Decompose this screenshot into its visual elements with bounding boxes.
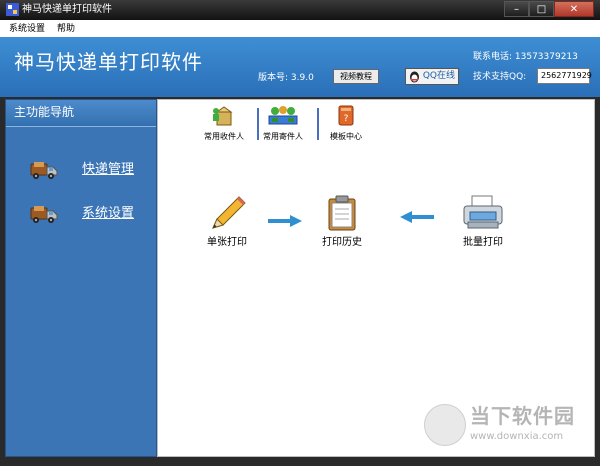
minimize-button[interactable]: – [504,1,529,17]
template-center-button[interactable]: ? 模板中心 [330,104,362,142]
app-title: 神马快递单打印软件 [14,50,203,74]
truck-icon [30,162,58,179]
template-center-label: 模板中心 [330,132,362,141]
window-title: 神马快递单打印软件 [22,4,112,15]
printer-icon [463,195,503,229]
version-label: 版本号: 3.9.0 [258,73,314,83]
video-tutorial-button[interactable]: 视频教程 [333,69,379,84]
app-logo-icon [6,3,19,16]
qq-penguin-icon [410,71,419,83]
qq-number-field[interactable]: 2562771929 [537,68,592,84]
sidebar-item-system-settings[interactable]: 系统设置 [6,201,156,227]
template-book-icon: ? [338,105,354,126]
sidebar-item-label: 系统设置 [82,206,135,221]
sender-label: 常用寄件人 [263,132,303,141]
sender-icon [268,106,298,125]
close-button[interactable]: ✕ [554,1,594,17]
single-print-label: 单张打印 [207,237,247,248]
single-print-button[interactable]: 单张打印 [205,194,249,249]
title-bar: 神马快递单打印软件 – □ ✕ [0,0,600,20]
contact-phone: 联系电话: 13573379213 [473,52,578,62]
sidebar-item-express-management[interactable]: 快递管理 [6,157,156,183]
separator [257,108,259,140]
batch-print-label: 批量打印 [463,237,503,248]
qq-online-label: QQ在线 [422,71,455,81]
window-controls: – □ ✕ [504,1,594,18]
watermark-text: 当下软件园 [470,404,575,428]
menu-help[interactable]: 帮助 [57,23,75,35]
header-banner: 神马快递单打印软件 版本号: 3.9.0 视频教程 QQ在线 联系电话: 135… [0,37,600,97]
recipient-contacts-button[interactable]: 常用收件人 [204,104,244,142]
sidebar-item-label: 快递管理 [82,162,135,177]
print-history-button[interactable]: 打印历史 [320,194,364,249]
sidebar-nav: 主功能导航 快递管理 系统设置 [5,99,157,457]
qq-support-label: 技术支持QQ: [473,72,527,82]
menu-bar: 系统设置 帮助 [0,20,600,38]
separator [317,108,319,140]
sidebar-title: 主功能导航 [6,100,156,127]
sender-contacts-button[interactable]: 常用寄件人 [263,104,303,142]
watermark-url: www.downxia.com [470,431,564,442]
arrow-left-icon [400,211,434,223]
menu-system-settings[interactable]: 系统设置 [9,23,45,35]
arrow-right-icon [268,215,302,227]
batch-print-button[interactable]: 批量打印 [460,194,506,249]
watermark: 当下软件园 www.downxia.com [424,404,600,460]
pencil-icon [212,196,246,229]
qq-online-button[interactable]: QQ在线 [405,68,459,85]
truck-icon [30,206,58,223]
app-window: 神马快递单打印软件 – □ ✕ 系统设置 帮助 神马快递单打印软件 版本号: 3… [0,0,600,466]
clipboard-icon [328,195,356,231]
maximize-button[interactable]: □ [529,1,554,17]
watermark-logo-icon [424,404,466,446]
svg-text:?: ? [344,114,349,124]
print-history-label: 打印历史 [322,237,362,248]
recipient-icon [213,106,233,126]
recipient-label: 常用收件人 [204,132,244,141]
